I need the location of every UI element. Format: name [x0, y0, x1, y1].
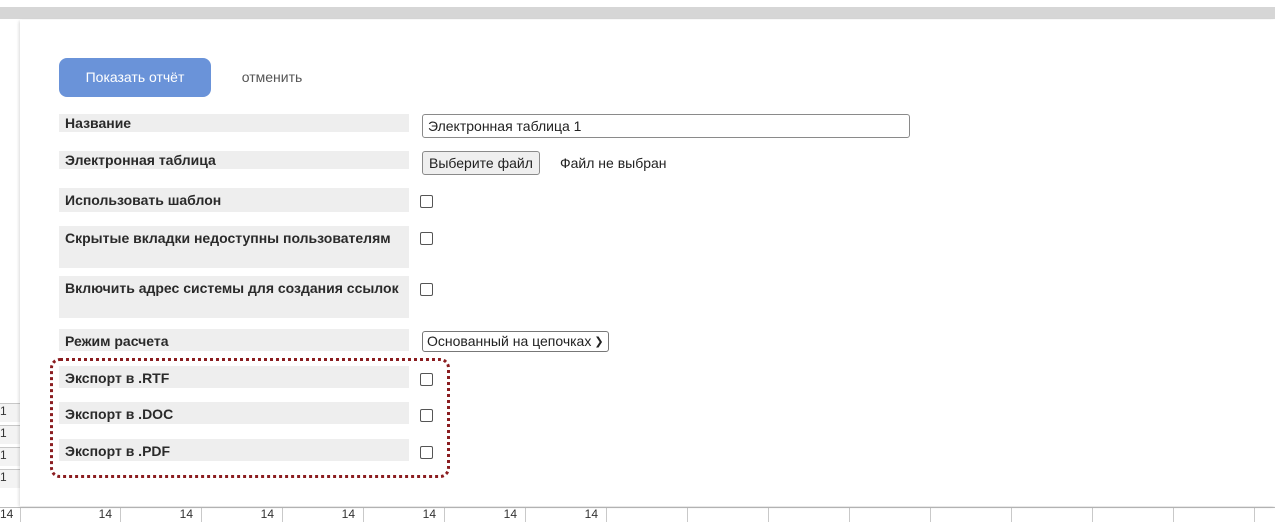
table-cell: 14: [283, 508, 364, 522]
spreadsheet-label: Электронная таблица: [59, 151, 409, 169]
table-cell: 14: [445, 508, 526, 522]
use-template-checkbox[interactable]: [420, 195, 433, 208]
use-template-label: Использовать шаблон: [59, 188, 409, 212]
cancel-button[interactable]: отменить: [227, 58, 317, 97]
name-input[interactable]: [422, 114, 910, 138]
table-cell: [850, 508, 931, 522]
choose-file-button[interactable]: Выберите файл: [422, 151, 540, 175]
table-cell: [688, 508, 769, 522]
export-pdf-checkbox[interactable]: [420, 446, 433, 459]
table-cell: 14: [20, 508, 121, 522]
calc-mode-label: Режим расчета: [59, 329, 409, 351]
table-cell: [931, 508, 1012, 522]
table-cell: [607, 508, 688, 522]
export-doc-label: Экспорт в .DOC: [59, 402, 409, 424]
export-doc-checkbox[interactable]: [420, 409, 433, 422]
include-address-checkbox[interactable]: [420, 283, 433, 296]
table-cell: 14: [121, 508, 202, 522]
show-report-button[interactable]: Показать отчёт: [59, 58, 211, 97]
row-header: 1: [0, 425, 20, 444]
name-label: Название: [59, 114, 409, 132]
chevron-down-icon: ❯: [594, 336, 604, 348]
table-cell: [1174, 508, 1255, 522]
report-settings-dialog: Показать отчёт отменить Название Электро…: [20, 20, 1275, 506]
table-cell: 14: [364, 508, 445, 522]
table-cell: [1093, 508, 1174, 522]
sheet-toolbar-strip: [0, 7, 1275, 19]
row-header: 1: [0, 403, 20, 422]
table-cell: [1012, 508, 1093, 522]
include-address-label: Включить адрес системы для создания ссыл…: [59, 276, 409, 318]
file-status-text: Файл не выбран: [560, 155, 667, 171]
export-rtf-checkbox[interactable]: [420, 373, 433, 386]
calc-mode-value: Основанный на цепочках: [427, 333, 592, 349]
row-header: 14: [0, 508, 21, 522]
row-header: 1: [0, 469, 20, 488]
table-cell: 14: [526, 508, 607, 522]
table-cell: [769, 508, 850, 522]
table-cell: 14: [202, 508, 283, 522]
sheet-bottom-row: 14 14 14 14 14 14 14 14: [0, 507, 1275, 522]
hidden-tabs-label: Скрытые вкладки недоступны пользователям: [59, 226, 409, 268]
hidden-tabs-checkbox[interactable]: [420, 232, 433, 245]
row-header: 1: [0, 447, 20, 466]
export-rtf-label: Экспорт в .RTF: [59, 366, 409, 388]
calc-mode-select[interactable]: Основанный на цепочках ❯: [422, 331, 609, 352]
export-pdf-label: Экспорт в .PDF: [59, 439, 409, 461]
